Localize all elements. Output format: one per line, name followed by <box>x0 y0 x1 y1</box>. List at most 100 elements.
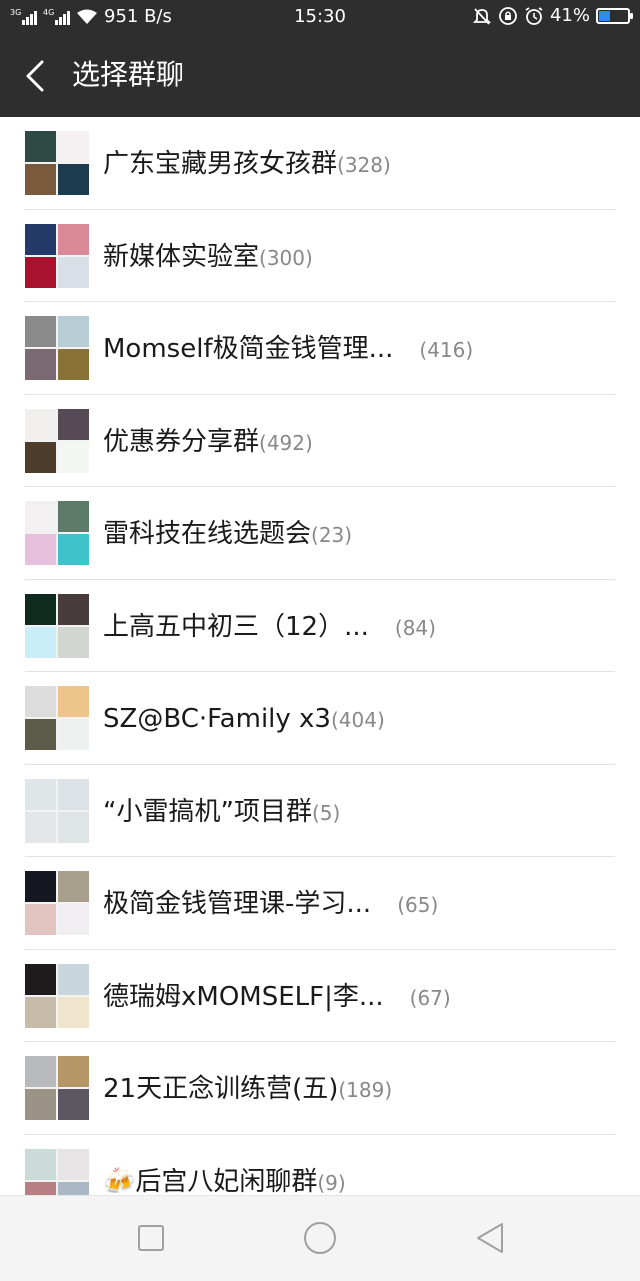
avatar-tile <box>58 223 89 255</box>
back-button[interactable] <box>18 54 58 98</box>
group-name: 德瑞姆xMOMSELF|李... <box>103 981 384 1012</box>
group-row[interactable]: 上高五中初三（12）... (84) <box>0 580 640 672</box>
battery-icon <box>596 7 633 24</box>
group-avatar <box>25 501 89 565</box>
avatar-tile <box>25 223 56 255</box>
member-count: (416) <box>419 338 474 362</box>
group-row[interactable]: 雷科技在线选题会 (23) <box>0 487 640 580</box>
member-count: (84) <box>394 615 436 640</box>
avatar-tile <box>25 164 56 195</box>
group-row[interactable]: 广东宝藏男孩女孩群 (328) <box>0 117 640 210</box>
avatar-tile <box>58 778 89 810</box>
group-name: SZ@BC·Family x3 <box>103 704 331 734</box>
group-text: 新媒体实验室 (300) <box>103 239 610 275</box>
group-avatar <box>25 316 89 380</box>
avatar-tile <box>25 131 56 162</box>
avatar-tile <box>58 593 89 625</box>
member-count: (9) <box>317 1170 346 1195</box>
avatar-tile <box>58 441 89 473</box>
group-avatar <box>25 1056 89 1120</box>
avatar-tile <box>58 996 89 1028</box>
group-row[interactable]: 德瑞姆xMOMSELF|李... (67) <box>0 950 640 1042</box>
group-avatar <box>25 1148 89 1195</box>
alarm-icon <box>525 6 543 25</box>
avatar-tile <box>58 501 89 532</box>
group-text: Momself极简金钱管理... (416) <box>103 331 610 367</box>
avatar-tile <box>58 719 89 750</box>
group-name: 新媒体实验室 <box>103 241 260 272</box>
avatar-tile <box>58 811 89 843</box>
member-count: (23) <box>311 523 353 547</box>
avatar-tile <box>25 719 56 750</box>
avatar-tile <box>25 871 56 902</box>
avatar-tile <box>25 1056 56 1087</box>
group-name: 🍻后宫八妃闲聊群 <box>103 1166 318 1196</box>
group-avatar <box>25 593 89 658</box>
recent-apps-icon <box>138 1225 164 1251</box>
avatar-tile <box>25 593 56 625</box>
battery-level <box>599 10 611 21</box>
battery-percent: 41% <box>549 5 590 26</box>
avatar-tile <box>58 349 89 380</box>
group-row[interactable]: 极简金钱管理课-学习... (65) <box>0 857 640 950</box>
status-bar: 3G 4G 951 B/s 15:30 41% <box>0 0 640 34</box>
avatar-tile <box>58 963 89 995</box>
avatar-tile <box>58 1089 89 1120</box>
navigation-bar <box>0 1195 640 1281</box>
avatar-tile <box>58 164 89 195</box>
group-name: 极简金钱管理课-学习... <box>103 889 372 919</box>
group-row[interactable]: 优惠券分享群 (492) <box>0 395 640 487</box>
home-button[interactable] <box>298 1216 342 1260</box>
group-avatar <box>25 778 89 843</box>
avatar-tile <box>58 534 89 565</box>
avatar-tile <box>58 256 89 288</box>
group-avatar <box>25 871 89 935</box>
avatar-tile <box>25 534 56 565</box>
member-count: (404) <box>330 708 385 732</box>
avatar-tile <box>58 626 89 658</box>
group-avatar <box>25 963 89 1028</box>
avatar-tile <box>58 1181 89 1195</box>
group-row[interactable]: 新媒体实验室 (300) <box>0 210 640 302</box>
avatar-tile <box>25 1148 56 1180</box>
group-text: 🍻后宫八妃闲聊群 (9) <box>103 1164 610 1196</box>
group-text: 极简金钱管理课-学习... (65) <box>103 886 610 922</box>
group-row[interactable]: Momself极简金钱管理... (416) <box>0 302 640 395</box>
status-right: 41% <box>472 5 633 26</box>
app-bar: 选择群聊 <box>0 34 640 117</box>
avatar-tile <box>25 811 56 843</box>
group-name: 广东宝藏男孩女孩群 <box>103 149 338 179</box>
group-text: 广东宝藏男孩女孩群 (328) <box>103 146 610 182</box>
mute-icon <box>472 7 492 25</box>
avatar-tile <box>25 256 56 288</box>
group-avatar <box>25 131 89 195</box>
avatar-tile <box>25 686 56 717</box>
group-list[interactable]: 广东宝藏男孩女孩群 (328) 新媒体实验室 (300) Momself极简金钱管理..… <box>0 117 640 1195</box>
group-text: 雷科技在线选题会 (23) <box>103 516 610 552</box>
avatar-tile <box>25 778 56 810</box>
member-count: (300) <box>259 245 313 270</box>
avatar-tile <box>25 626 56 658</box>
avatar-tile <box>58 316 89 347</box>
back-nav-icon <box>477 1223 503 1253</box>
group-row[interactable]: 🍻后宫八妃闲聊群 (9) <box>0 1135 640 1196</box>
avatar-tile <box>25 408 56 440</box>
avatar-tile <box>25 349 56 380</box>
group-avatar <box>25 408 89 473</box>
group-text: 优惠券分享群 (492) <box>103 424 610 460</box>
recent-apps-button[interactable] <box>129 1216 173 1260</box>
member-count: (189) <box>338 1078 393 1102</box>
home-icon <box>304 1222 336 1254</box>
rotation-lock-icon <box>499 6 517 25</box>
back-nav-button[interactable] <box>468 1216 512 1260</box>
group-row[interactable]: 21天正念训练营(五) (189) <box>0 1042 640 1135</box>
member-count: (492) <box>259 430 313 455</box>
group-text: SZ@BC·Family x3 (404) <box>103 701 610 737</box>
avatar-tile <box>25 1181 56 1195</box>
group-text: 德瑞姆xMOMSELF|李... (67) <box>103 979 610 1015</box>
group-row[interactable]: SZ@BC·Family x3 (404) <box>0 672 640 765</box>
avatar-tile <box>58 131 89 162</box>
group-row[interactable]: “小雷搞机”项目群 (5) <box>0 765 640 857</box>
avatar-tile <box>58 871 89 902</box>
group-name: 上高五中初三（12）... <box>103 611 369 642</box>
